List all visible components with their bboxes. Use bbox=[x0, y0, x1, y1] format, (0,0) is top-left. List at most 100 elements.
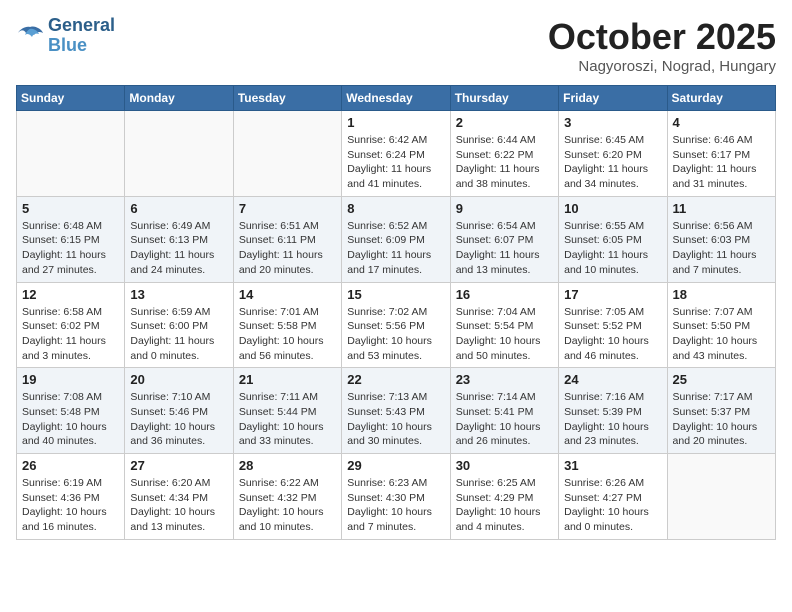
day-number: 10 bbox=[564, 201, 661, 216]
day-info: Sunrise: 6:20 AM Sunset: 4:34 PM Dayligh… bbox=[130, 476, 227, 535]
day-number: 3 bbox=[564, 115, 661, 130]
day-info: Sunrise: 7:07 AM Sunset: 5:50 PM Dayligh… bbox=[673, 305, 770, 364]
day-number: 5 bbox=[22, 201, 119, 216]
calendar-table: SundayMondayTuesdayWednesdayThursdayFrid… bbox=[16, 85, 776, 540]
calendar-cell: 18 Sunrise: 7:07 AM Sunset: 5:50 PM Dayli… bbox=[667, 282, 775, 368]
logo-text: General Blue bbox=[48, 16, 115, 56]
day-info: Sunrise: 6:19 AM Sunset: 4:36 PM Dayligh… bbox=[22, 476, 119, 535]
weekday-header-row: SundayMondayTuesdayWednesdayThursdayFrid… bbox=[17, 86, 776, 111]
day-number: 9 bbox=[456, 201, 553, 216]
day-info: Sunrise: 6:45 AM Sunset: 6:20 PM Dayligh… bbox=[564, 133, 661, 192]
calendar-week-row: 5 Sunrise: 6:48 AM Sunset: 6:15 PM Daylig… bbox=[17, 196, 776, 282]
calendar-week-row: 19 Sunrise: 7:08 AM Sunset: 5:48 PM Dayli… bbox=[17, 368, 776, 454]
day-info: Sunrise: 7:05 AM Sunset: 5:52 PM Dayligh… bbox=[564, 305, 661, 364]
day-info: Sunrise: 6:54 AM Sunset: 6:07 PM Dayligh… bbox=[456, 219, 553, 278]
calendar-cell: 9 Sunrise: 6:54 AM Sunset: 6:07 PM Daylig… bbox=[450, 196, 558, 282]
day-number: 11 bbox=[673, 201, 770, 216]
calendar-cell: 11Sunrise: 6:56 AM Sunset: 6:03 PM Dayli… bbox=[667, 196, 775, 282]
day-info: Sunrise: 7:08 AM Sunset: 5:48 PM Dayligh… bbox=[22, 390, 119, 449]
day-number: 30 bbox=[456, 458, 553, 473]
calendar-cell bbox=[233, 111, 341, 197]
day-info: Sunrise: 6:26 AM Sunset: 4:27 PM Dayligh… bbox=[564, 476, 661, 535]
day-info: Sunrise: 7:04 AM Sunset: 5:54 PM Dayligh… bbox=[456, 305, 553, 364]
title-block: October 2025 Nagyoroszi, Nograd, Hungary bbox=[548, 16, 776, 75]
day-number: 13 bbox=[130, 287, 227, 302]
calendar-week-row: 12 Sunrise: 6:58 AM Sunset: 6:02 PM Dayli… bbox=[17, 282, 776, 368]
day-info: Sunrise: 6:44 AM Sunset: 6:22 PM Dayligh… bbox=[456, 133, 553, 192]
day-info: Sunrise: 7:16 AM Sunset: 5:39 PM Dayligh… bbox=[564, 390, 661, 449]
weekday-header-sunday: Sunday bbox=[17, 86, 125, 111]
day-number: 18 bbox=[673, 287, 770, 302]
month-title: October 2025 bbox=[548, 16, 776, 58]
calendar-cell: 25Sunrise: 7:17 AM Sunset: 5:37 PM Dayli… bbox=[667, 368, 775, 454]
weekday-header-wednesday: Wednesday bbox=[342, 86, 450, 111]
day-number: 6 bbox=[130, 201, 227, 216]
day-info: Sunrise: 7:10 AM Sunset: 5:46 PM Dayligh… bbox=[130, 390, 227, 449]
day-number: 1 bbox=[347, 115, 444, 130]
logo: General Blue bbox=[16, 16, 115, 56]
day-number: 4 bbox=[673, 115, 770, 130]
day-number: 23 bbox=[456, 372, 553, 387]
day-number: 24 bbox=[564, 372, 661, 387]
calendar-cell: 8Sunrise: 6:52 AM Sunset: 6:09 PM Daylig… bbox=[342, 196, 450, 282]
day-number: 27 bbox=[130, 458, 227, 473]
day-number: 22 bbox=[347, 372, 444, 387]
calendar-cell bbox=[17, 111, 125, 197]
day-info: Sunrise: 7:01 AM Sunset: 5:58 PM Dayligh… bbox=[239, 305, 336, 364]
calendar-cell: 7Sunrise: 6:51 AM Sunset: 6:11 PM Daylig… bbox=[233, 196, 341, 282]
calendar-cell: 5 Sunrise: 6:48 AM Sunset: 6:15 PM Daylig… bbox=[17, 196, 125, 282]
calendar-cell: 1 Sunrise: 6:42 AM Sunset: 6:24 PM Daylig… bbox=[342, 111, 450, 197]
calendar-cell: 21 Sunrise: 7:11 AM Sunset: 5:44 PM Dayli… bbox=[233, 368, 341, 454]
calendar-cell: 10Sunrise: 6:55 AM Sunset: 6:05 PM Dayli… bbox=[559, 196, 667, 282]
weekday-header-friday: Friday bbox=[559, 86, 667, 111]
calendar-cell: 14 Sunrise: 7:01 AM Sunset: 5:58 PM Dayli… bbox=[233, 282, 341, 368]
location: Nagyoroszi, Nograd, Hungary bbox=[548, 58, 776, 75]
calendar-week-row: 1 Sunrise: 6:42 AM Sunset: 6:24 PM Daylig… bbox=[17, 111, 776, 197]
weekday-header-thursday: Thursday bbox=[450, 86, 558, 111]
day-number: 7 bbox=[239, 201, 336, 216]
day-info: Sunrise: 6:52 AM Sunset: 6:09 PM Dayligh… bbox=[347, 219, 444, 278]
day-number: 12 bbox=[22, 287, 119, 302]
calendar-cell: 22 Sunrise: 7:13 AM Sunset: 5:43 PM Dayli… bbox=[342, 368, 450, 454]
day-info: Sunrise: 6:23 AM Sunset: 4:30 PM Dayligh… bbox=[347, 476, 444, 535]
calendar-cell: 31Sunrise: 6:26 AM Sunset: 4:27 PM Dayli… bbox=[559, 454, 667, 540]
calendar-cell: 27 Sunrise: 6:20 AM Sunset: 4:34 PM Dayli… bbox=[125, 454, 233, 540]
calendar-cell: 4 Sunrise: 6:46 AM Sunset: 6:17 PM Daylig… bbox=[667, 111, 775, 197]
day-number: 15 bbox=[347, 287, 444, 302]
calendar-cell: 23 Sunrise: 7:14 AM Sunset: 5:41 PM Dayli… bbox=[450, 368, 558, 454]
day-number: 14 bbox=[239, 287, 336, 302]
calendar-cell: 6 Sunrise: 6:49 AM Sunset: 6:13 PM Daylig… bbox=[125, 196, 233, 282]
calendar-cell: 2 Sunrise: 6:44 AM Sunset: 6:22 PM Daylig… bbox=[450, 111, 558, 197]
day-info: Sunrise: 7:14 AM Sunset: 5:41 PM Dayligh… bbox=[456, 390, 553, 449]
calendar-cell: 17Sunrise: 7:05 AM Sunset: 5:52 PM Dayli… bbox=[559, 282, 667, 368]
day-info: Sunrise: 6:46 AM Sunset: 6:17 PM Dayligh… bbox=[673, 133, 770, 192]
day-info: Sunrise: 7:13 AM Sunset: 5:43 PM Dayligh… bbox=[347, 390, 444, 449]
day-info: Sunrise: 6:22 AM Sunset: 4:32 PM Dayligh… bbox=[239, 476, 336, 535]
calendar-cell: 30 Sunrise: 6:25 AM Sunset: 4:29 PM Dayli… bbox=[450, 454, 558, 540]
day-info: Sunrise: 6:25 AM Sunset: 4:29 PM Dayligh… bbox=[456, 476, 553, 535]
day-info: Sunrise: 6:59 AM Sunset: 6:00 PM Dayligh… bbox=[130, 305, 227, 364]
day-info: Sunrise: 7:02 AM Sunset: 5:56 PM Dayligh… bbox=[347, 305, 444, 364]
day-info: Sunrise: 6:58 AM Sunset: 6:02 PM Dayligh… bbox=[22, 305, 119, 364]
calendar-cell: 29Sunrise: 6:23 AM Sunset: 4:30 PM Dayli… bbox=[342, 454, 450, 540]
calendar-cell bbox=[125, 111, 233, 197]
calendar-cell: 16Sunrise: 7:04 AM Sunset: 5:54 PM Dayli… bbox=[450, 282, 558, 368]
day-number: 2 bbox=[456, 115, 553, 130]
day-number: 25 bbox=[673, 372, 770, 387]
calendar-cell: 3 Sunrise: 6:45 AM Sunset: 6:20 PM Daylig… bbox=[559, 111, 667, 197]
calendar-cell: 19 Sunrise: 7:08 AM Sunset: 5:48 PM Dayli… bbox=[17, 368, 125, 454]
day-number: 21 bbox=[239, 372, 336, 387]
page-header: General Blue October 2025 Nagyoroszi, No… bbox=[16, 16, 776, 75]
day-number: 19 bbox=[22, 372, 119, 387]
day-number: 20 bbox=[130, 372, 227, 387]
calendar-cell: 20 Sunrise: 7:10 AM Sunset: 5:46 PM Dayli… bbox=[125, 368, 233, 454]
day-info: Sunrise: 6:49 AM Sunset: 6:13 PM Dayligh… bbox=[130, 219, 227, 278]
weekday-header-saturday: Saturday bbox=[667, 86, 775, 111]
day-info: Sunrise: 6:48 AM Sunset: 6:15 PM Dayligh… bbox=[22, 219, 119, 278]
calendar-week-row: 26Sunrise: 6:19 AM Sunset: 4:36 PM Dayli… bbox=[17, 454, 776, 540]
logo-line1: General bbox=[48, 16, 115, 36]
weekday-header-monday: Monday bbox=[125, 86, 233, 111]
day-info: Sunrise: 6:42 AM Sunset: 6:24 PM Dayligh… bbox=[347, 133, 444, 192]
calendar-cell bbox=[667, 454, 775, 540]
day-info: Sunrise: 7:11 AM Sunset: 5:44 PM Dayligh… bbox=[239, 390, 336, 449]
